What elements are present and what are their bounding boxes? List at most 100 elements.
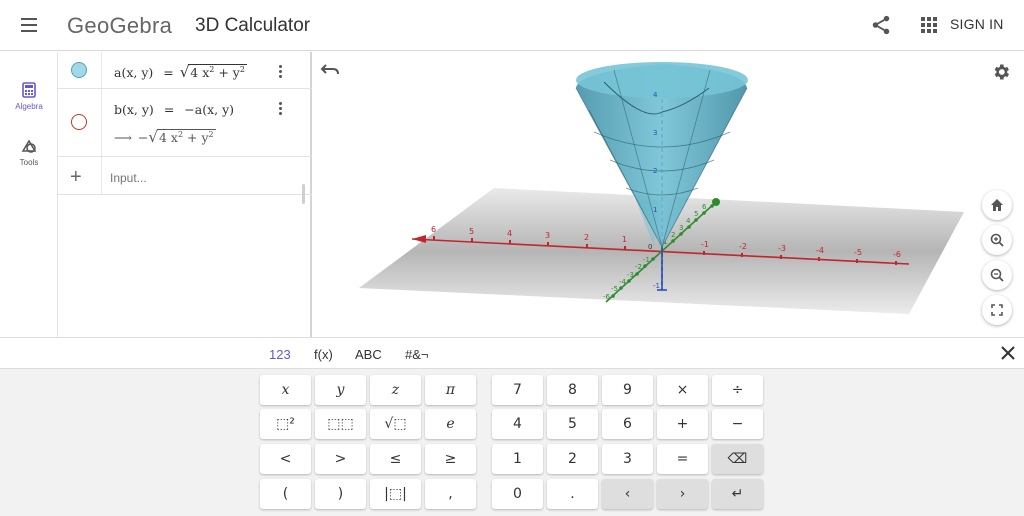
zoom-in-button[interactable] [982, 225, 1012, 255]
app-header: GeoGebra 3D Calculator SIGN IN [0, 0, 1024, 51]
key-right-arrow[interactable]: › [657, 479, 708, 509]
key-divide[interactable]: ÷ [712, 375, 763, 405]
key-e[interactable]: e [425, 409, 476, 439]
key-8[interactable]: 8 [547, 375, 598, 405]
y-tick-label: -3 [627, 271, 634, 279]
key-geq[interactable]: ≥ [425, 444, 476, 474]
rail-item-algebra[interactable]: Algebra [0, 82, 58, 111]
x-tick-label: 4 [507, 229, 512, 238]
x-tick-label: 1 [622, 235, 627, 244]
algebra-row-a[interactable]: a(x, y) = √4 x2 + y2 [58, 52, 312, 89]
key-power[interactable]: ⬚⬚ [315, 409, 366, 439]
geogebra-logo: GeoGebra [67, 13, 173, 38]
key-pi[interactable]: π [425, 375, 476, 405]
settings-gear-icon[interactable] [991, 62, 1011, 82]
zoom-out-icon [990, 268, 1004, 282]
key-left-paren[interactable]: ( [260, 479, 311, 509]
key-square[interactable]: ⬚² [260, 409, 311, 439]
key-3[interactable]: 3 [602, 444, 653, 474]
key-9[interactable]: 9 [602, 375, 653, 405]
key-x[interactable]: x [260, 375, 311, 405]
key-5[interactable]: 5 [547, 409, 598, 439]
key-minus[interactable]: − [712, 409, 763, 439]
y-tick-label: 6 [702, 203, 707, 211]
formula-b[interactable]: b(x, y) = −a(x, y) [114, 102, 234, 117]
key-times[interactable]: × [657, 375, 708, 405]
formula-a[interactable]: a(x, y) = √4 x2 + y2 [114, 63, 247, 81]
y-tick [619, 286, 623, 290]
key-greater[interactable]: > [315, 444, 366, 474]
x-tick-label: 2 [584, 233, 589, 242]
key-y[interactable]: y [315, 375, 366, 405]
algebra-row-b[interactable]: b(x, y) = −a(x, y) ⟶ −√4 x2 + y2 [58, 89, 312, 157]
key-6[interactable]: 6 [602, 409, 653, 439]
plus-icon[interactable]: + [70, 167, 82, 187]
y-tick-label: 2 [671, 231, 675, 239]
tab-123[interactable]: 123 [269, 347, 291, 362]
y-tick [694, 218, 698, 222]
home-icon [991, 199, 1003, 211]
key-0[interactable]: 0 [492, 479, 543, 509]
graphics-3d-view[interactable]: 6 5 4 3 2 1 -1 -2 -3 -4 -5 -6 6 5 4 3 2 1 -1 -2 -3 -4 -5 -6 43… [314, 52, 1024, 337]
key-plus[interactable]: + [657, 409, 708, 439]
key-z[interactable]: z [370, 375, 421, 405]
key-enter[interactable]: ↵ [712, 479, 763, 509]
close-icon[interactable] [1000, 345, 1016, 361]
key-backspace[interactable]: ⌫ [712, 444, 763, 474]
key-2[interactable]: 2 [547, 444, 598, 474]
graphics-canvas[interactable]: 6 5 4 3 2 1-1 -2 -3 -4 -5 -6 654321-1-2-3-4-5-6 43… [314, 52, 1024, 337]
calculator-icon [22, 82, 36, 98]
zoom-in-icon [990, 233, 1004, 247]
key-4[interactable]: 4 [492, 409, 543, 439]
y-tick-label: -4 [619, 278, 627, 286]
key-right-paren[interactable]: ) [315, 479, 366, 509]
x-tick-label: 6 [431, 225, 436, 234]
apps-grid-icon[interactable] [919, 15, 939, 35]
undo-icon[interactable] [320, 60, 340, 78]
tab-functions[interactable]: f(x) [314, 347, 333, 362]
more-options-icon[interactable] [276, 100, 284, 116]
origin-label: 0 [648, 243, 652, 251]
key-equals[interactable]: = [657, 444, 708, 474]
share-icon[interactable] [870, 14, 892, 36]
key-dot[interactable]: . [547, 479, 598, 509]
x-tick-label: -3 [778, 244, 786, 253]
y-tick-label: -5 [611, 285, 618, 293]
y-tick [679, 232, 683, 236]
visibility-toggle-a[interactable] [71, 62, 87, 78]
home-view-button[interactable] [982, 190, 1012, 220]
key-sqrt[interactable]: √⬚ [370, 409, 421, 439]
fullscreen-icon [991, 304, 1003, 316]
z-tick-label: 2 [653, 167, 657, 175]
key-comma[interactable]: , [425, 479, 476, 509]
key-7[interactable]: 7 [492, 375, 543, 405]
sign-in-button[interactable]: SIGN IN [950, 16, 1004, 32]
tools-icon [21, 139, 37, 153]
rail-item-tools[interactable]: Tools [0, 138, 58, 167]
tab-abc[interactable]: ABC [355, 347, 382, 362]
algebra-view: a(x, y) = √4 x2 + y2 b(x, y) = −a(x, y) ⟶… [58, 52, 312, 337]
x-tick-label: -4 [816, 246, 824, 255]
row-marker [58, 52, 102, 88]
key-abs[interactable]: |⬚| [370, 479, 421, 509]
algebra-input[interactable] [110, 171, 260, 185]
scrollbar[interactable] [302, 184, 305, 204]
y-tick [643, 264, 647, 268]
more-options-icon[interactable] [276, 63, 284, 79]
key-left-arrow[interactable]: ‹ [602, 479, 653, 509]
key-less[interactable]: < [260, 444, 311, 474]
zoom-out-button[interactable] [982, 260, 1012, 290]
algebra-input-row[interactable]: + [58, 157, 312, 195]
key-1[interactable]: 1 [492, 444, 543, 474]
y-tick-label: -6 [603, 293, 611, 301]
menu-icon[interactable] [18, 14, 40, 36]
fullscreen-button[interactable] [982, 295, 1012, 325]
virtual-keyboard: x y z π 7 8 9 × ÷ ⬚² ⬚⬚ √⬚ e 4 5 6 + − < > ≤ ≥1 2 3 = ⌫ () |⬚|, 0. ‹ ›… [0, 369, 1024, 516]
y-tick [611, 294, 615, 298]
y-tick [710, 204, 714, 208]
y-tick [671, 239, 675, 243]
tab-symbols[interactable]: #&¬ [405, 347, 429, 362]
visibility-toggle-b[interactable] [71, 114, 87, 130]
key-leq[interactable]: ≤ [370, 444, 421, 474]
side-rail: Algebra Tools [0, 52, 58, 337]
